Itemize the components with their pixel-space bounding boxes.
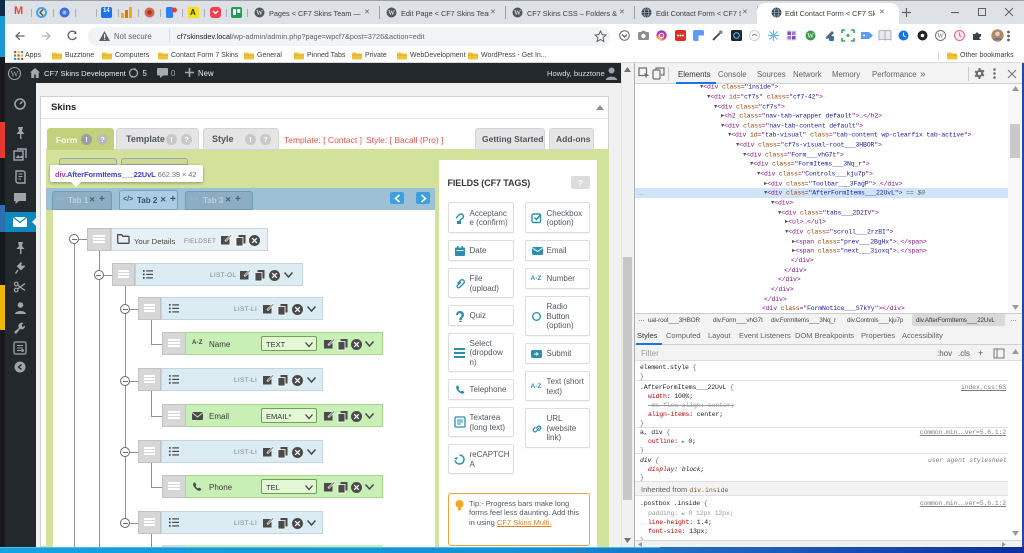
svg-text:W: W: [807, 32, 814, 40]
svg-text:W: W: [388, 9, 395, 17]
svg-text:W: W: [514, 9, 521, 17]
svg-text:W: W: [10, 68, 18, 78]
svg-text:W: W: [937, 32, 944, 40]
svg-text:W: W: [256, 9, 263, 17]
